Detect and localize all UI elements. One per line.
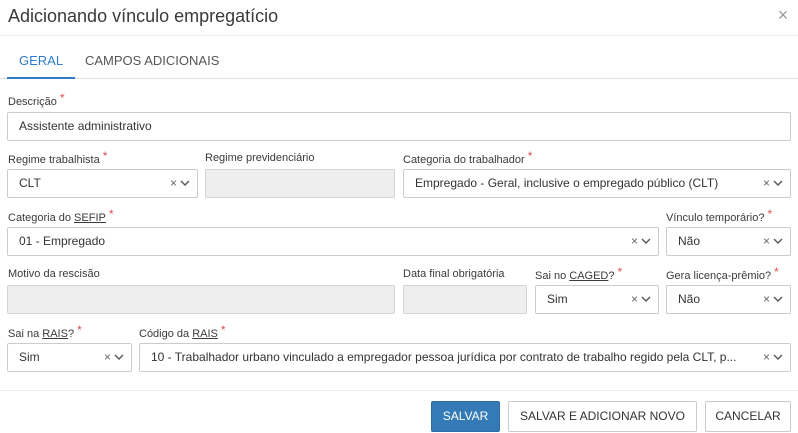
chevron-down-icon[interactable] — [772, 286, 784, 313]
sai-no-caged-label: Sai no CAGED? * — [535, 265, 623, 282]
required-marker: * — [59, 91, 65, 105]
motivo-rescisao-input — [7, 285, 395, 314]
motivo-rescisao-label: Motivo da rescisão — [8, 268, 100, 280]
tab-campos-adicionais[interactable]: CAMPOS ADICIONAIS — [73, 43, 231, 79]
clear-icon[interactable]: × — [631, 286, 638, 313]
clear-icon[interactable]: × — [170, 170, 177, 197]
close-icon[interactable]: × — [774, 6, 792, 24]
data-final-obrigatoria-input — [403, 285, 527, 314]
regime-previdenciario-input — [205, 169, 395, 198]
clear-icon[interactable]: × — [763, 170, 770, 197]
clear-icon[interactable]: × — [763, 286, 770, 313]
save-button[interactable]: SALVAR — [431, 401, 500, 432]
chevron-down-icon[interactable] — [772, 228, 784, 255]
categoria-trabalhador-label: Categoria do trabalhador * — [403, 149, 533, 166]
descricao-input[interactable]: Assistente administrativo — [7, 112, 791, 141]
data-final-obrigatoria-label: Data final obrigatória — [403, 268, 505, 280]
descricao-label: Descrição * — [8, 91, 65, 108]
gera-licenca-premio-label: Gera licença-prêmio? * — [666, 265, 779, 282]
vinculo-temporario-label: Vínculo temporário? * — [666, 207, 773, 224]
chevron-down-icon[interactable] — [772, 344, 784, 371]
modal-header: Adicionando vínculo empregatício × — [0, 0, 798, 36]
clear-icon[interactable]: × — [763, 228, 770, 255]
gera-licenca-premio-select[interactable]: Não × — [666, 285, 791, 314]
tab-geral[interactable]: GERAL — [7, 43, 76, 79]
categoria-sefip-select[interactable]: 01 - Empregado × — [7, 227, 659, 256]
tab-bar: GERAL CAMPOS ADICIONAIS — [0, 43, 798, 79]
clear-icon[interactable]: × — [104, 344, 111, 371]
regime-trabalhista-select[interactable]: CLT × — [7, 169, 198, 198]
clear-icon[interactable]: × — [631, 228, 638, 255]
categoria-trabalhador-select[interactable]: Empregado - Geral, inclusive o empregado… — [403, 169, 791, 198]
chevron-down-icon[interactable] — [772, 170, 784, 197]
regime-trabalhista-label: Regime trabalhista * — [8, 149, 108, 166]
sai-na-rais-label: Sai na RAIS? * — [8, 323, 82, 340]
chevron-down-icon[interactable] — [640, 228, 652, 255]
chevron-down-icon[interactable] — [113, 344, 125, 371]
codigo-rais-label: Código da RAIS * — [139, 323, 226, 340]
chevron-down-icon[interactable] — [179, 170, 191, 197]
regime-previdenciario-label: Regime previdenciário — [205, 152, 315, 164]
dialog-title: Adicionando vínculo empregatício — [8, 6, 279, 26]
vinculo-temporario-select[interactable]: Não × — [666, 227, 791, 256]
footer-divider — [0, 390, 798, 391]
categoria-sefip-label: Categoria do SEFIP * — [8, 207, 114, 224]
clear-icon[interactable]: × — [763, 344, 770, 371]
codigo-rais-select[interactable]: 10 - Trabalhador urbano vinculado a empr… — [139, 343, 791, 372]
sai-no-caged-select[interactable]: Sim × — [535, 285, 659, 314]
sai-na-rais-select[interactable]: Sim × — [7, 343, 132, 372]
save-and-add-new-button[interactable]: SALVAR E ADICIONAR NOVO — [508, 401, 697, 432]
chevron-down-icon[interactable] — [640, 286, 652, 313]
cancel-button[interactable]: CANCELAR — [705, 401, 791, 432]
